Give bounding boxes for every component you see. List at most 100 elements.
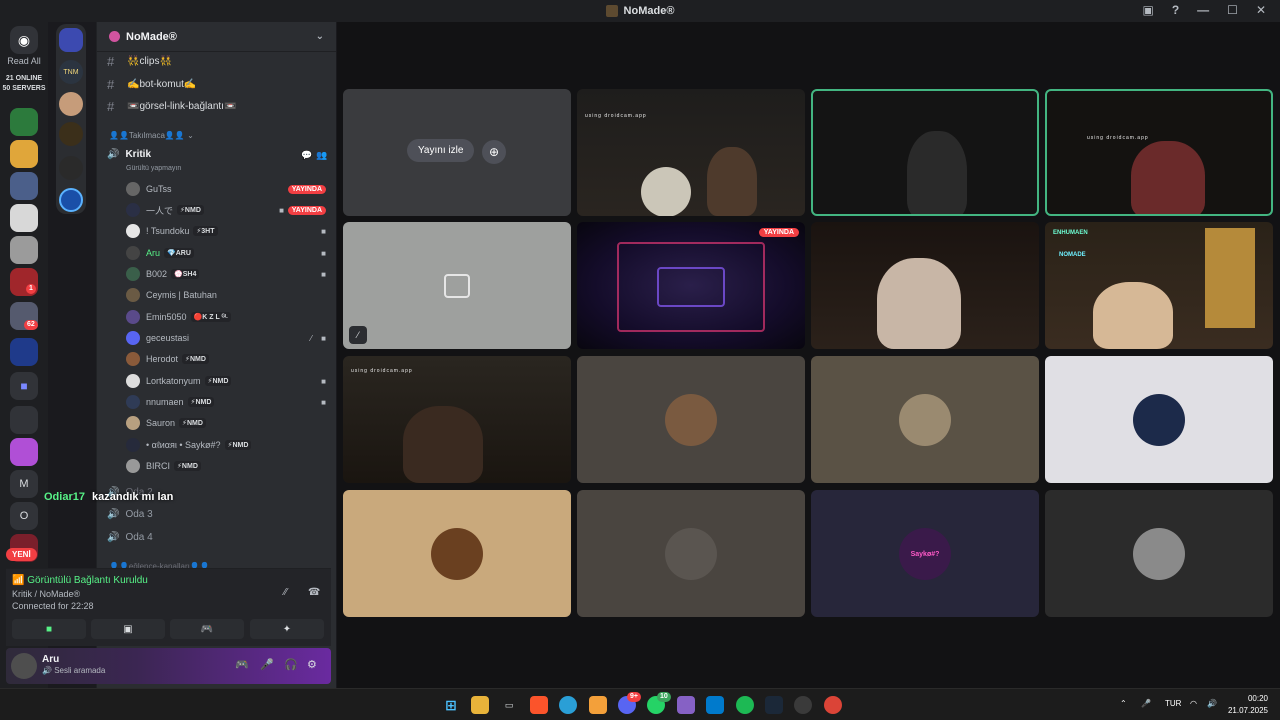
system-clock[interactable]: 00:20 21.07.2025	[1228, 693, 1268, 717]
minimize-button[interactable]: —	[1197, 3, 1209, 17]
read-all-button[interactable]: Read All	[0, 56, 48, 66]
guild-icon[interactable]	[59, 122, 83, 146]
voice-member[interactable]: Herodot ⚡NMD	[126, 349, 326, 369]
volume-icon[interactable]: 🔊	[1207, 699, 1217, 708]
soundboard-button[interactable]: ✦	[250, 619, 324, 639]
watch-stream-button[interactable]: Yayını izle	[407, 139, 475, 162]
video-tile-avatar[interactable]	[811, 356, 1039, 483]
visual-studio-icon[interactable]	[677, 696, 695, 714]
discord-home-icon[interactable]: ◉	[10, 26, 38, 54]
guild-tnm-icon[interactable]: TNM	[59, 60, 83, 84]
steam-icon[interactable]	[765, 696, 783, 714]
guild-icon[interactable]	[10, 204, 38, 232]
headphones-icon[interactable]: 🎧	[284, 658, 298, 671]
video-tile[interactable]: using droidcam.app	[343, 356, 571, 483]
guild-icon[interactable]	[10, 438, 38, 466]
user-panel: Aru 🔊 Sesli aramada 🎮 🎤 🎧 ⚙	[6, 648, 331, 684]
video-tile[interactable]	[811, 222, 1039, 349]
voice-member[interactable]: geceustasi ⁄ ■	[126, 328, 326, 348]
voice-member[interactable]: Sauron ⚡NMD	[126, 413, 326, 433]
add-watch-icon[interactable]: ⊕	[482, 140, 506, 164]
folder-icon[interactable]: ■	[10, 372, 38, 400]
guild-icon[interactable]	[10, 140, 38, 168]
chat-icon[interactable]: 💬	[301, 150, 312, 161]
noise-suppression-icon[interactable]: ⁄⁄	[284, 587, 287, 598]
voice-member[interactable]: GuTss YAYINDA	[126, 179, 326, 199]
voice-member[interactable]: 一人で ⚡NMD ■ YAYINDA	[126, 200, 326, 220]
screen-share-button[interactable]: ▣	[91, 619, 165, 639]
chrome-icon[interactable]	[824, 696, 842, 714]
guild-m-icon[interactable]: M	[10, 470, 38, 498]
add-member-icon[interactable]: 👥	[316, 150, 327, 161]
voice-member[interactable]: Emin5050 🔴K Z L ᴳᴸ	[126, 307, 326, 327]
text-channel[interactable]: # ✍️bot-komut✍️	[107, 77, 196, 92]
connection-channel[interactable]: Kritik / NoMade®	[12, 589, 80, 599]
language-indicator[interactable]: TUR	[1165, 699, 1181, 708]
voice-channel-kritik[interactable]: 🔊 Kritik	[107, 149, 151, 160]
video-tile-avatar[interactable]: Saykø#?	[811, 490, 1039, 617]
voice-member[interactable]: Lortkatonyum ⚡NMD ■	[126, 371, 326, 391]
video-tile-camera-off[interactable]: ⁄	[343, 222, 571, 349]
guild-icon[interactable]	[10, 338, 38, 366]
guild-icon[interactable]	[59, 188, 83, 212]
spotify-icon[interactable]	[736, 696, 754, 714]
voice-channel-oda-3[interactable]: 🔊 Oda 3	[107, 509, 153, 520]
video-tile-live[interactable]: YAYINDA	[577, 222, 805, 349]
maximize-button[interactable]: ☐	[1227, 3, 1238, 17]
store-icon[interactable]	[589, 696, 607, 714]
wifi-icon[interactable]: ◠	[1190, 699, 1197, 708]
guild-o-icon[interactable]: O	[10, 502, 38, 530]
video-tile-speaking[interactable]: using droidcam.app	[1045, 89, 1273, 216]
video-tile-avatar[interactable]	[577, 356, 805, 483]
text-channel[interactable]: # 📼görsel-link-bağlantı📼	[107, 99, 236, 114]
voice-member[interactable]: Ceymis | Batuhan	[126, 285, 326, 305]
activities-button[interactable]: 🎮	[170, 619, 244, 639]
voice-channel-oda-4[interactable]: 🔊 Oda 4	[107, 532, 153, 543]
voice-member[interactable]: ! Tsundoku ⚡3HT ■	[126, 221, 326, 241]
microphone-tray-icon[interactable]: 🎤	[1141, 699, 1151, 708]
video-tile-stream-preview[interactable]: Yayını izle ⊕	[343, 89, 571, 216]
voice-member[interactable]: Aru 💎ARU ■	[126, 243, 326, 263]
user-avatar[interactable]	[11, 653, 37, 679]
voice-member[interactable]: BIRCI ⚡NMD	[126, 456, 326, 476]
server-header[interactable]: NoMade® ⌄	[97, 22, 336, 52]
category-header[interactable]: 👤👤Takılmaca👤👤 ⌄	[109, 131, 194, 140]
server-folder[interactable]	[56, 24, 86, 214]
terminal-icon[interactable]: ▭	[500, 696, 518, 714]
video-tile[interactable]: using droidcam.app	[577, 89, 805, 216]
text-channel[interactable]: # 👯clips👯	[107, 54, 172, 69]
voice-member[interactable]: nnumaen ⚡NMD ■	[126, 392, 326, 412]
chevron-up-icon[interactable]: ⌃	[1120, 699, 1127, 708]
vscode-icon[interactable]	[706, 696, 724, 714]
app-icon[interactable]	[794, 696, 812, 714]
windows-start-icon[interactable]: ⊞	[442, 696, 460, 714]
gear-icon[interactable]: ⚙	[307, 658, 317, 671]
close-button[interactable]: ✕	[1256, 3, 1266, 17]
camera-button[interactable]: ■	[12, 619, 86, 639]
video-tile-avatar[interactable]	[343, 490, 571, 617]
guild-icon[interactable]	[59, 156, 83, 180]
guild-icon[interactable]	[10, 172, 38, 200]
guild-icon[interactable]	[10, 236, 38, 264]
video-tile-avatar[interactable]	[1045, 356, 1273, 483]
inbox-icon[interactable]: ▣	[1142, 3, 1153, 17]
brave-icon[interactable]	[530, 696, 548, 714]
guild-icon[interactable]	[10, 108, 38, 136]
voice-member[interactable]: B002 💮SH4 ■	[126, 264, 326, 284]
file-explorer-icon[interactable]	[471, 696, 489, 714]
microphone-icon[interactable]: 🎤	[260, 658, 274, 671]
disconnect-icon[interactable]: ☎	[308, 587, 320, 598]
chevron-down-icon[interactable]: ⌄	[316, 31, 324, 42]
video-tile-speaking[interactable]	[811, 89, 1039, 216]
video-tile-avatar[interactable]	[1045, 490, 1273, 617]
gamepad-icon[interactable]: 🎮	[235, 658, 249, 671]
help-icon[interactable]: ?	[1172, 3, 1179, 17]
user-name[interactable]: Aru	[42, 654, 59, 665]
guild-icon[interactable]	[10, 406, 38, 434]
video-tile-avatar[interactable]	[577, 490, 805, 617]
edge-icon[interactable]	[559, 696, 577, 714]
guild-icon[interactable]	[59, 92, 83, 116]
voice-member[interactable]: • αℓиαяι • Saykø#? ⚡NMD	[126, 435, 326, 455]
video-tile[interactable]: ENHUMAEN NOMADE	[1045, 222, 1273, 349]
folder-icon[interactable]	[59, 28, 83, 52]
